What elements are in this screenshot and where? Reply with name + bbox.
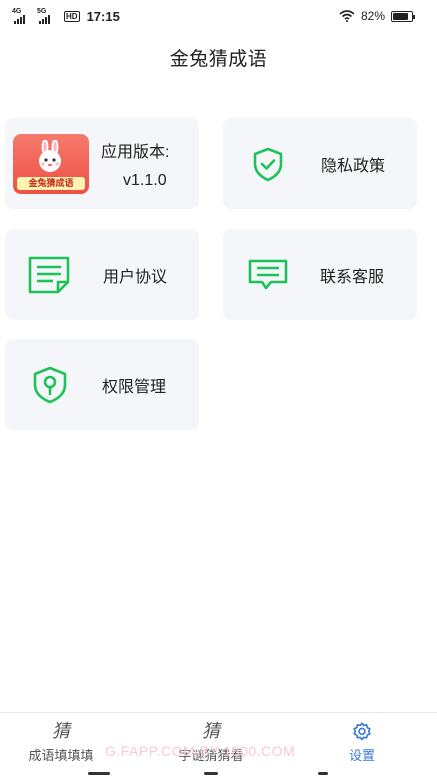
- system-nav-bar: [0, 766, 437, 777]
- permission-management-card[interactable]: 权限管理: [5, 339, 199, 430]
- tab-settings-label: 设置: [348, 748, 375, 763]
- user-agreement-card[interactable]: 用户协议: [5, 229, 199, 320]
- hd-voice-icon: HD: [64, 11, 80, 22]
- signal-5g-icon: 5G: [37, 8, 59, 24]
- app-version-card[interactable]: 金兔猜成语 应用版本: v1.1.0: [5, 118, 199, 209]
- shield-key-icon: [33, 366, 67, 403]
- message-icon: [248, 259, 288, 289]
- battery-percent: 82%: [360, 9, 385, 23]
- nav-home-button[interactable]: [204, 772, 218, 775]
- battery-icon: [391, 10, 415, 22]
- rabbit-icon: [39, 139, 61, 172]
- bottom-tab-bar: 猜 成语填填填 猜 字谜猜猜看 设置 G.FAPP.COM BY 1800.CO…: [0, 712, 437, 766]
- privacy-policy-card[interactable]: 隐私政策: [223, 118, 417, 209]
- battery-level: [393, 12, 408, 20]
- page-title: 金兔猜成语: [169, 49, 268, 70]
- guess-char-icon: 猜: [202, 721, 220, 742]
- tab-riddle-guess[interactable]: 猜 字谜猜猜看: [169, 721, 253, 764]
- status-bar-right: 82%: [339, 9, 415, 23]
- tab-settings[interactable]: 设置: [340, 721, 384, 764]
- nav-menu-button[interactable]: [88, 772, 110, 775]
- contact-support-card[interactable]: 联系客服: [223, 229, 417, 320]
- wifi-icon: [339, 10, 355, 22]
- app-logo-text: 金兔猜成语: [17, 176, 85, 190]
- version-label: 应用版本:: [101, 143, 170, 161]
- gear-icon: [353, 722, 371, 741]
- app-logo: 金兔猜成语: [13, 133, 89, 194]
- shield-check-icon: [253, 147, 283, 181]
- tab-riddle-guess-label: 字谜猜猜看: [178, 748, 244, 763]
- signal-4g-icon: 4G: [12, 8, 34, 24]
- status-bar: 4G 5G HD 17:15 82%: [0, 0, 437, 34]
- guess-char-icon: 猜: [52, 721, 70, 742]
- nav-back-button[interactable]: [318, 772, 328, 775]
- clock: 17:15: [86, 9, 120, 24]
- privacy-policy-label: 隐私政策: [321, 157, 386, 175]
- tab-idiom-fill-label: 成语填填填: [28, 748, 94, 763]
- tab-idiom-fill[interactable]: 猜 成语填填填: [20, 721, 102, 764]
- version-info: 应用版本: v1.1.0: [101, 138, 169, 190]
- permission-management-label: 权限管理: [102, 378, 167, 396]
- document-icon: [28, 256, 70, 293]
- contact-support-label: 联系客服: [320, 268, 385, 286]
- status-bar-left: 4G 5G HD 17:15: [12, 8, 120, 25]
- user-agreement-label: 用户协议: [103, 268, 168, 286]
- version-value: v1.1.0: [123, 171, 167, 189]
